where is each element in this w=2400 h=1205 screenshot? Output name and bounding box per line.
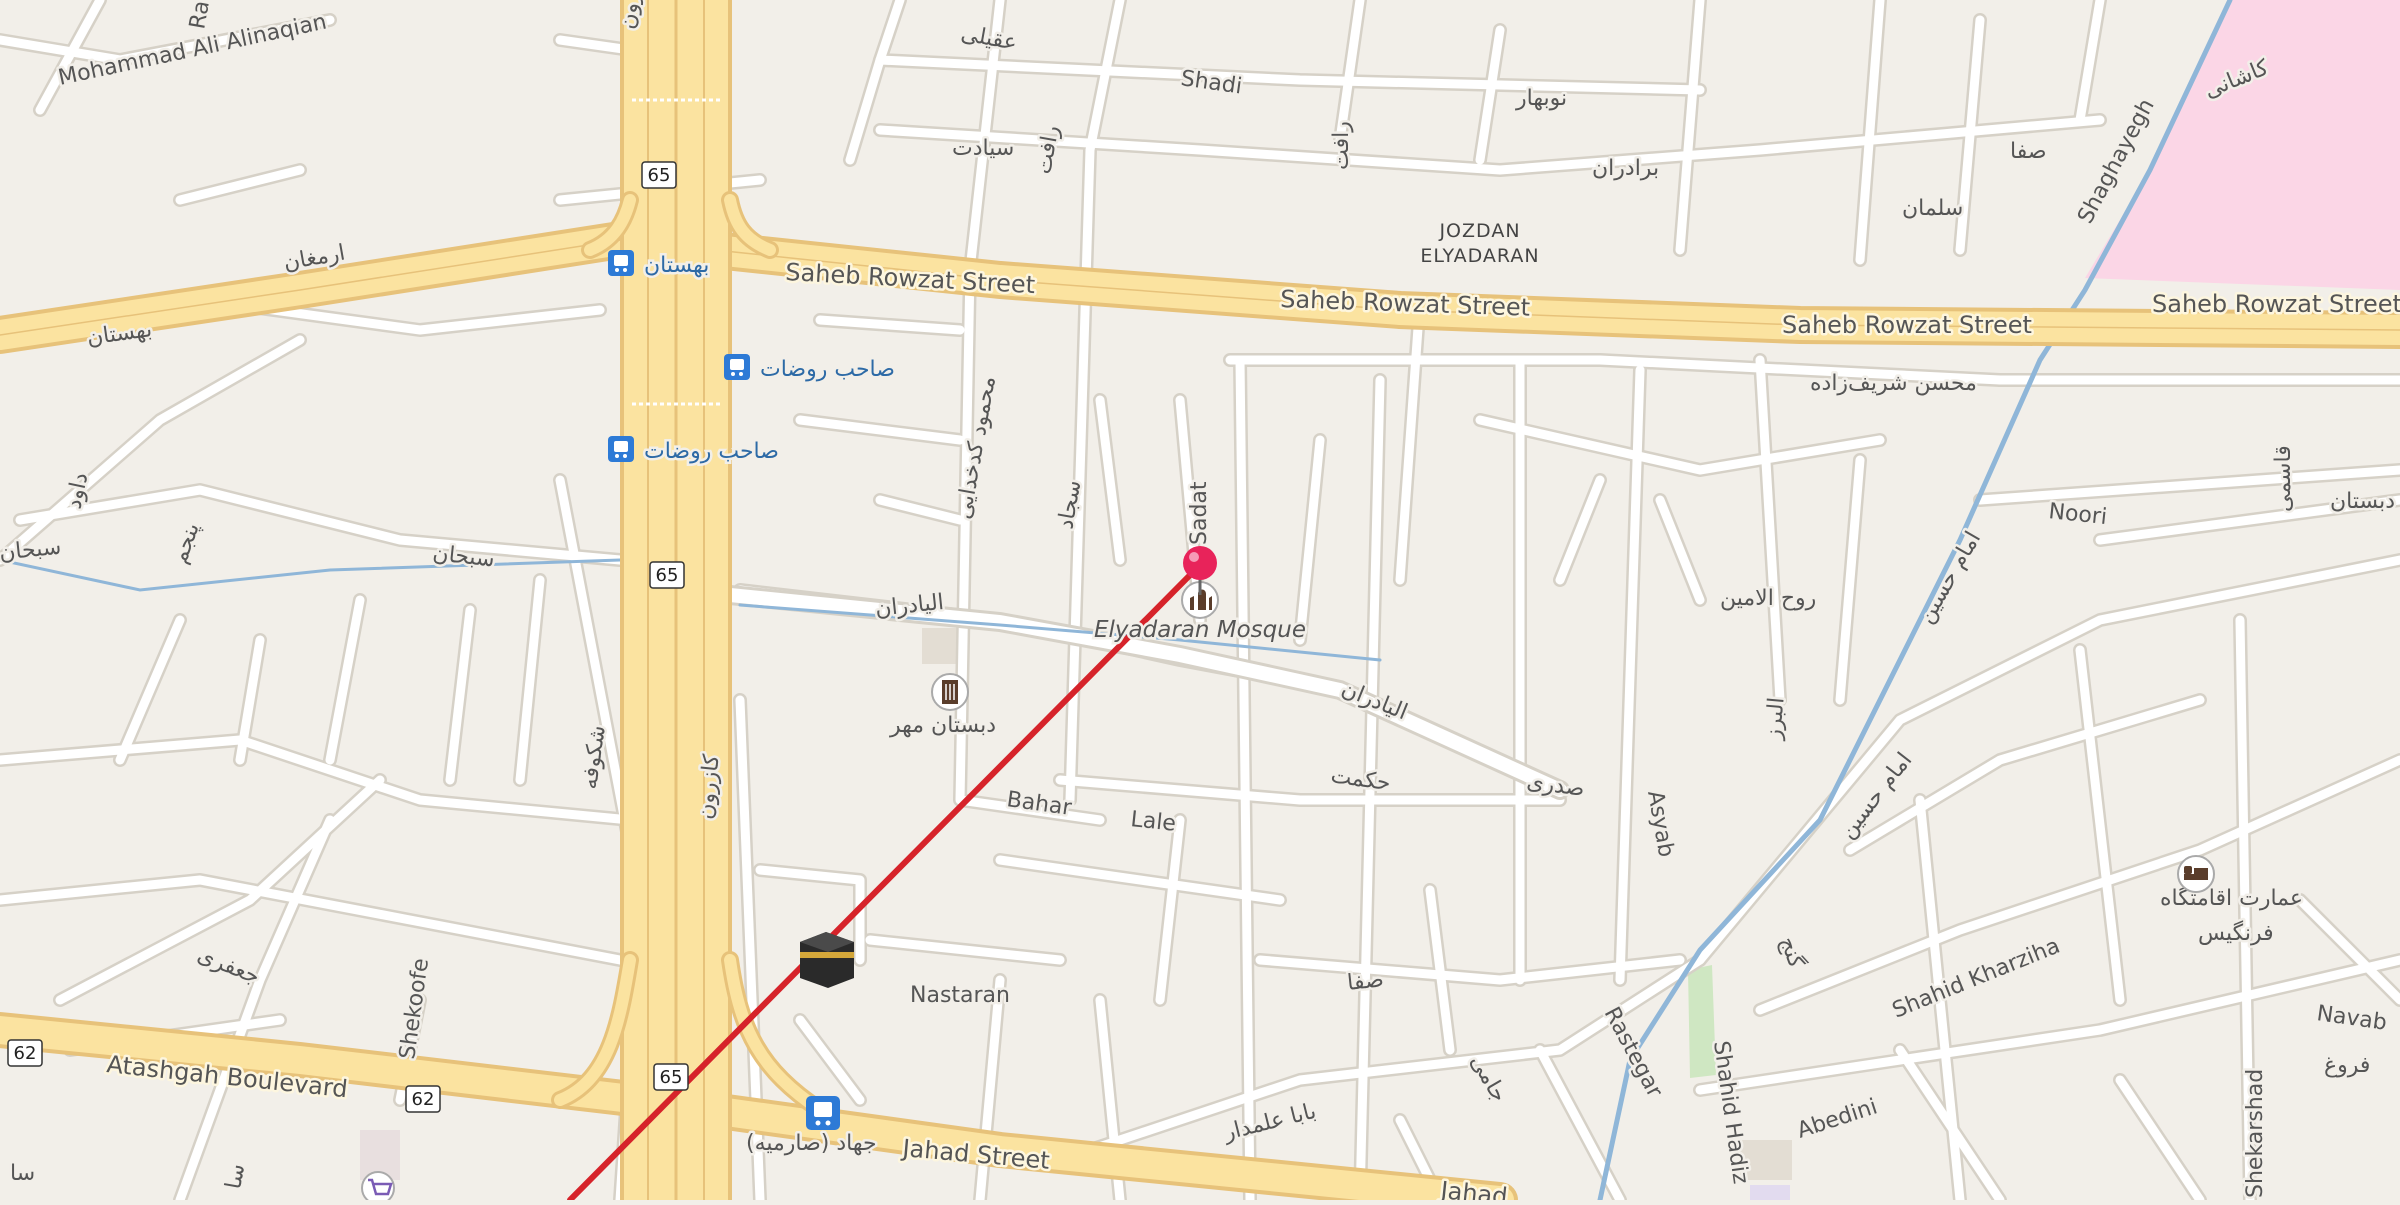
highway-shield-65: 65 <box>653 1063 689 1091</box>
street-label: سا <box>221 1162 250 1191</box>
area-label-line2: ELYADARAN <box>1420 245 1539 267</box>
hotel-poi[interactable] <box>2177 855 2215 893</box>
street-label: دبستان <box>2330 489 2395 514</box>
poi-label: فرنگیس <box>2198 920 2274 946</box>
street-label: سلمان <box>1902 196 1963 221</box>
highway-shield-65: 65 <box>649 561 685 589</box>
bus-stop-label: بهستان <box>644 253 709 278</box>
bus-stop-label: صاحب روضات <box>760 357 895 382</box>
street-label: سا <box>10 1161 35 1186</box>
street-label: روح الامین <box>1720 586 1816 611</box>
highway-shield-65: 65 <box>641 161 677 189</box>
bus-stop[interactable] <box>806 1096 840 1130</box>
svg-text:62: 62 <box>14 1043 37 1064</box>
street-label: رافت <box>1329 121 1354 170</box>
street-label: نوبهار <box>1515 86 1567 111</box>
map-svg[interactable]: Mohammad Ali Alinaqian Shadi Saheb Rowza… <box>0 0 2400 1205</box>
svg-text:62: 62 <box>412 1089 435 1110</box>
map-canvas[interactable]: Mohammad Ali Alinaqian Shadi Saheb Rowza… <box>0 0 2400 1205</box>
bus-stop[interactable]: بهستان <box>608 250 712 281</box>
svg-text:65: 65 <box>648 165 671 186</box>
street-label: سیادت <box>952 136 1014 161</box>
street-label: قاسمی <box>2271 445 2296 512</box>
street-label: برادران <box>1592 156 1659 181</box>
street-label: Nastaran <box>910 983 1010 1008</box>
map-pin-icon <box>1183 546 1217 580</box>
highway-shield-62: 62 <box>405 1085 441 1113</box>
street-label: صفا <box>2010 139 2047 164</box>
street-label: Shekarshad <box>2243 1069 2268 1198</box>
svg-text:65: 65 <box>660 1067 683 1088</box>
street-label: Sadat <box>1187 481 1212 545</box>
svg-text:65: 65 <box>656 565 679 586</box>
highway-shield-62: 62 <box>7 1039 43 1067</box>
street-label: جهاد (صارمیه) <box>746 1131 877 1156</box>
kaaba-icon[interactable] <box>800 932 854 988</box>
street-label: Saheb Rowzat Street <box>1782 311 2032 339</box>
poi-label: عمارت اقامتگاه <box>2160 885 2303 911</box>
street-label: Lale <box>1129 807 1177 837</box>
street-label: Saheb Rowzat Street <box>2152 290 2400 318</box>
bus-stop-label: صاحب روضات <box>644 439 779 464</box>
mosque-label: Elyadaran Mosque <box>1094 617 1306 643</box>
street-label: البرز <box>1761 696 1790 741</box>
street-label: Ra <box>185 0 215 31</box>
shop-poi[interactable] <box>361 1171 395 1205</box>
street-label: محسن شریف‌زاده <box>1810 371 1977 396</box>
area-label-line1: JOZDAN <box>1438 220 1520 242</box>
building <box>1750 1185 1790 1200</box>
school-poi[interactable] <box>931 673 969 711</box>
street-label: فروغ <box>2324 1053 2370 1078</box>
street-label: صفا <box>1346 967 1385 996</box>
street-label: دبستان مهر <box>889 713 996 738</box>
